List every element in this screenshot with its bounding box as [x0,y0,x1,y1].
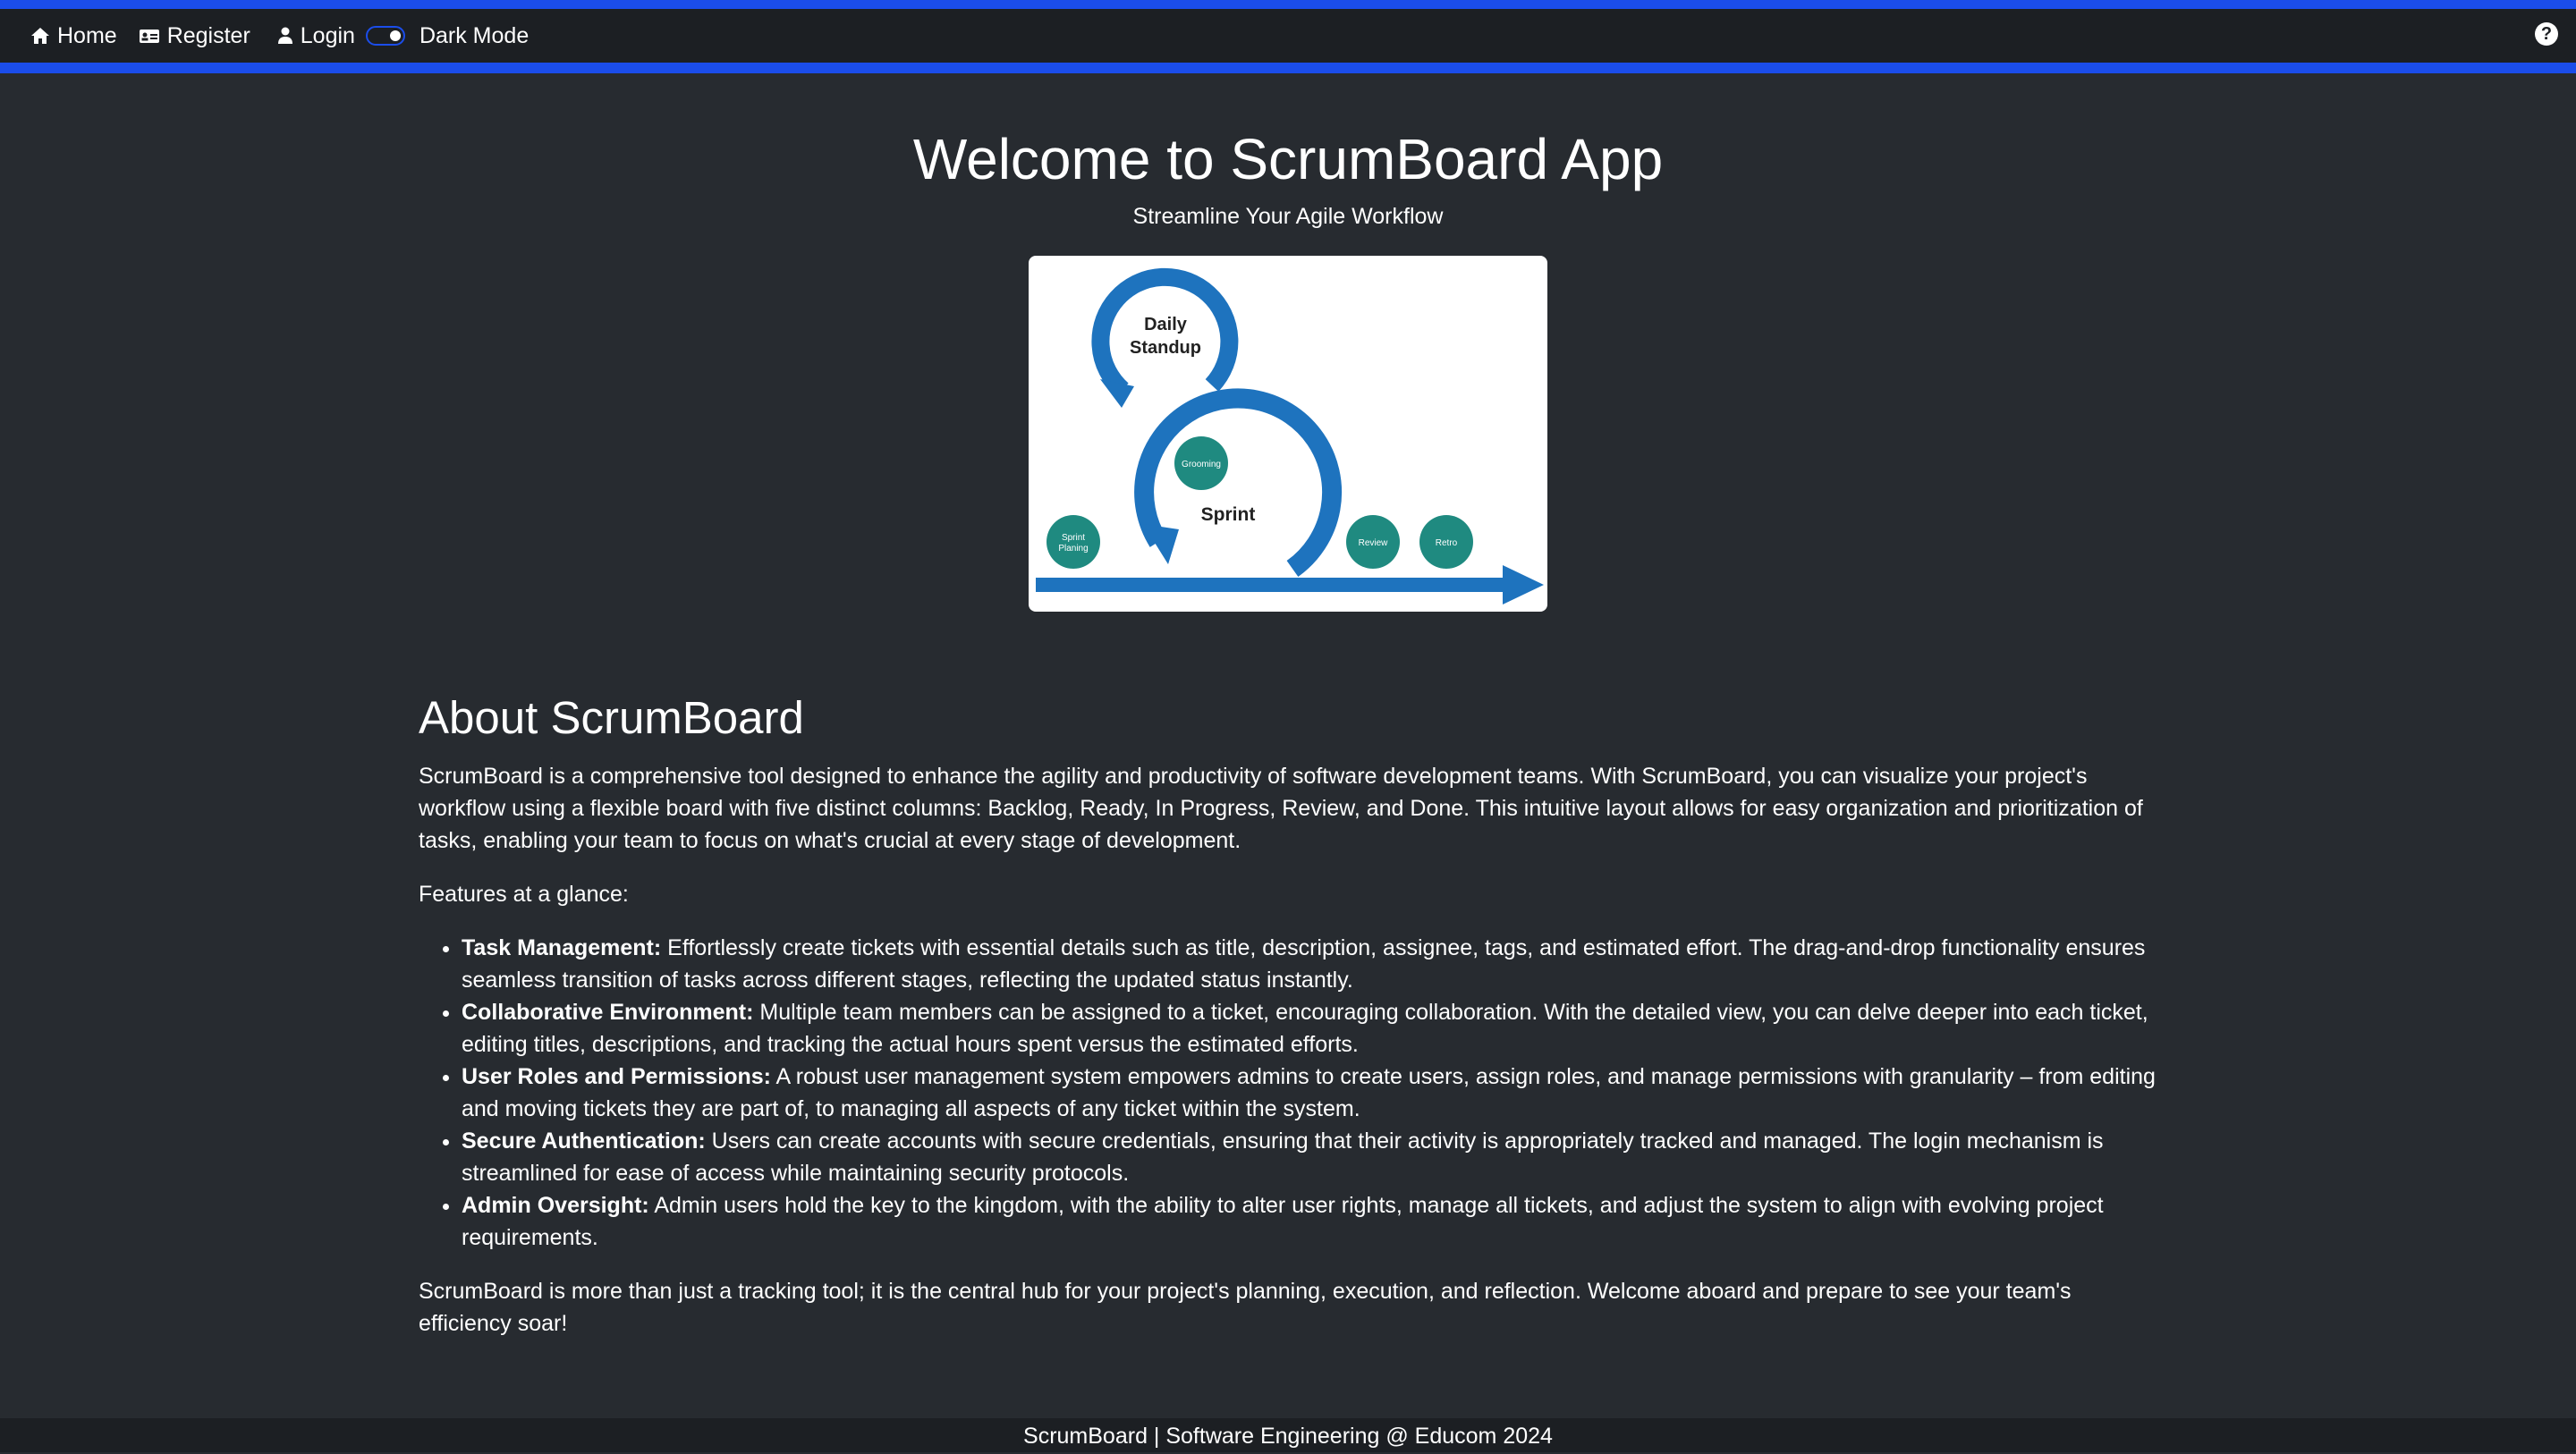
navbar-top-accent [0,0,2576,9]
nav-home-label: Home [57,22,117,48]
scrum-process-diagram: Daily Standup Sprint Grooming Sprint Pla… [1036,267,1544,604]
navbar: Home Register Login Dark Mode ? [0,9,2576,63]
nav-login-link[interactable]: Login [277,23,355,49]
dark-mode-label: Dark Mode [419,22,530,48]
review-label: Review [1359,538,1389,548]
nav-login-label: Login [300,22,355,48]
scrum-process-image: Daily Standup Sprint Grooming Sprint Pla… [1029,256,1547,612]
sprint-label: Sprint [1201,504,1256,525]
feature-item: Collaborative Environment: Multiple team… [462,996,2163,1061]
home-icon [31,28,49,44]
about-title: About ScrumBoard [419,692,804,743]
feature-item: Secure Authentication: Users can create … [462,1125,2163,1189]
feature-item: User Roles and Permissions: A robust use… [462,1061,2163,1125]
feature-title: Task Management: [462,935,662,960]
page-subtitle: Streamline Your Agile Workflow [1132,204,1444,229]
nav-register-link[interactable]: Register [139,23,250,49]
feature-title: User Roles and Permissions: [462,1064,771,1089]
daily-standup-arrowhead [1100,379,1134,408]
feature-item: Task Management: Effortlessly create tic… [462,932,2163,996]
daily-standup-label-1: Daily [1144,315,1188,334]
footer: ScrumBoard | Software Engineering @ Educ… [0,1418,2576,1452]
timeline-arrowhead [1503,565,1544,604]
user-icon [277,27,292,44]
feature-text: Effortlessly create tickets with essenti… [462,935,2146,993]
feature-text: Admin users hold the key to the kingdom,… [462,1193,2104,1250]
toggle-knob [389,30,401,41]
sprint-planning-label-2: Planing [1058,544,1088,554]
navbar-bottom-accent [0,63,2576,73]
footer-text: ScrumBoard | Software Engineering @ Educ… [1023,1424,1553,1449]
feature-text: Users can create accounts with secure cr… [462,1129,2104,1186]
id-card-icon [139,30,159,43]
help-icon[interactable]: ? [2535,22,2558,46]
nav-home-link[interactable]: Home [30,23,117,49]
about-section: About ScrumBoard ScrumBoard is a compreh… [419,689,2163,1361]
feature-title: Collaborative Environment: [462,1000,754,1025]
grooming-label: Grooming [1182,460,1221,469]
feature-title: Secure Authentication: [462,1129,706,1154]
sprint-planning-label-1: Sprint [1062,533,1085,543]
retro-label: Retro [1436,538,1458,548]
features-list: Task Management: Effortlessly create tic… [419,932,2163,1254]
daily-standup-label-2: Standup [1130,338,1201,358]
timeline-bar [1036,578,1510,592]
features-heading: Features at a glance: [419,882,629,907]
nav-register-label: Register [166,22,250,48]
dark-mode-toggle[interactable] [365,26,405,46]
page-title: Welcome to ScrumBoard App [912,127,1664,191]
about-intro: ScrumBoard is a comprehensive tool desig… [419,764,2143,853]
feature-title: Admin Oversight: [462,1193,649,1218]
feature-item: Admin Oversight: Admin users hold the ke… [462,1189,2163,1254]
about-closing: ScrumBoard is more than just a tracking … [419,1279,2072,1336]
